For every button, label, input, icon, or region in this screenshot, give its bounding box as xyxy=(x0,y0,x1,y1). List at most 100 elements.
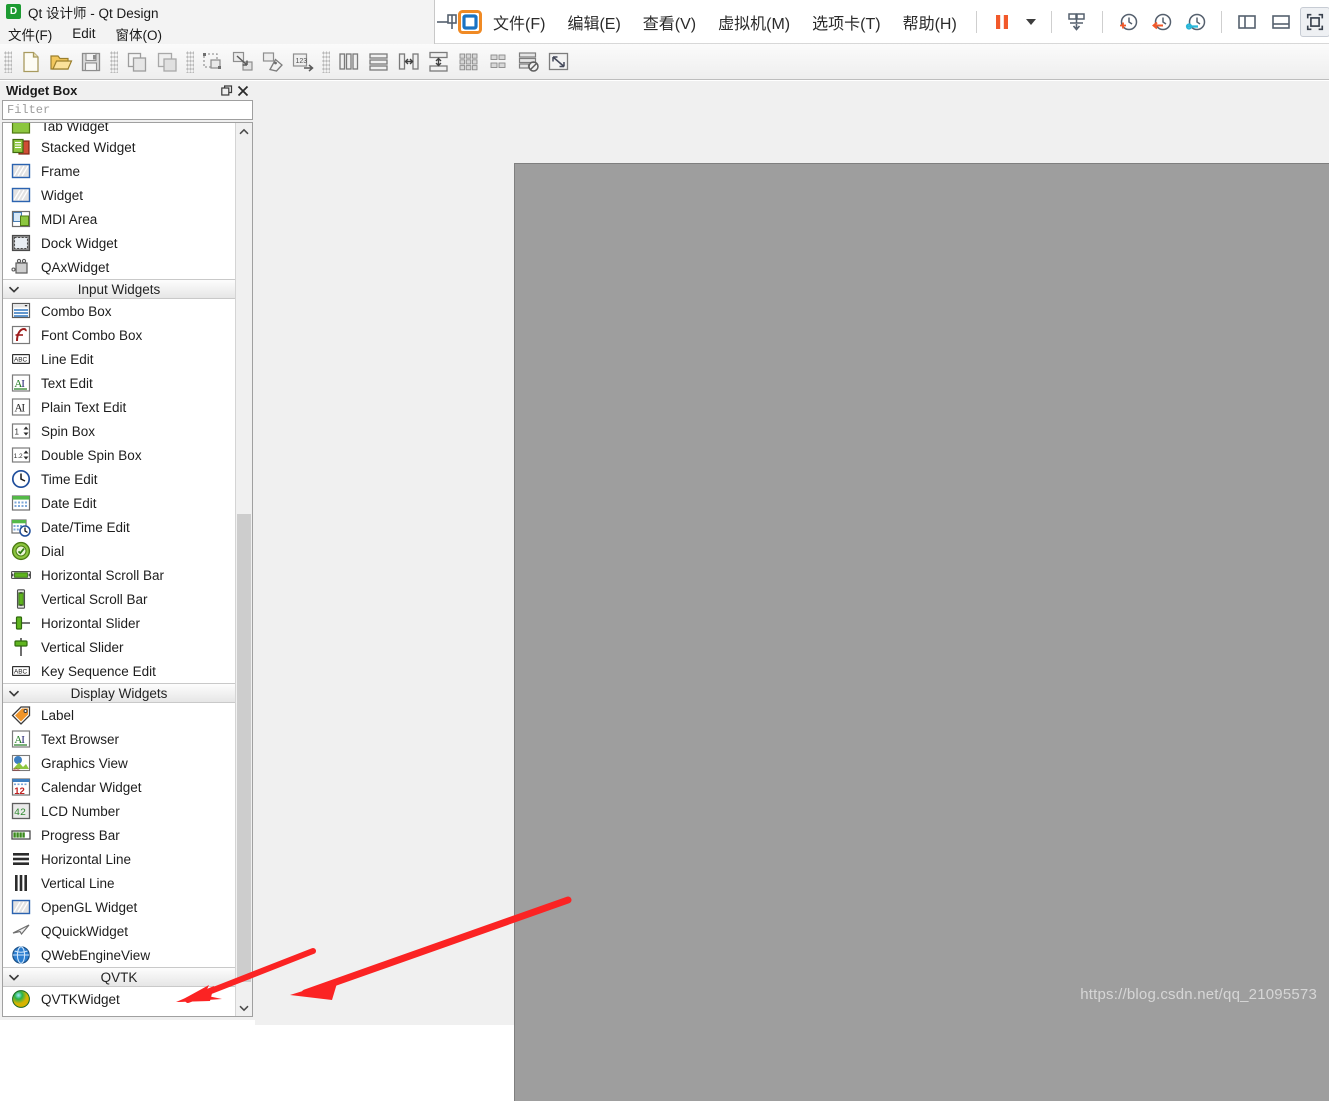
power-options-dropdown[interactable] xyxy=(1026,19,1036,25)
pause-vm-button[interactable] xyxy=(987,7,1017,37)
qt-menu-form[interactable]: 窗体(O) xyxy=(116,24,163,44)
widget-item-vertical-line[interactable]: Vertical Line xyxy=(3,871,235,895)
key-sequence-edit-icon: ABC xyxy=(9,661,33,681)
widget-group-label: Display Widgets xyxy=(25,686,235,701)
widget-item-frame[interactable]: Frame xyxy=(3,159,235,183)
vm-menu-help[interactable]: 帮助(H) xyxy=(892,10,968,34)
new-form-button[interactable] xyxy=(16,47,46,77)
widget-item-label: Horizontal Slider xyxy=(41,616,140,631)
widget-item-opengl-widget[interactable]: OpenGL Widget xyxy=(3,895,235,919)
snapshot-manager-button[interactable] xyxy=(1062,7,1092,37)
widget-item-date-time-edit[interactable]: Date/Time Edit xyxy=(3,515,235,539)
widget-item-time-edit[interactable]: Time Edit xyxy=(3,467,235,491)
revert-snapshot-button[interactable] xyxy=(1147,7,1177,37)
qt-menu-edit[interactable]: Edit xyxy=(72,26,95,41)
widget-item-widget[interactable]: Widget xyxy=(3,183,235,207)
widget-item-spin-box[interactable]: 1Spin Box xyxy=(3,419,235,443)
widget-item-label: Combo Box xyxy=(41,304,112,319)
svg-text:I: I xyxy=(21,734,25,746)
widget-group-qvtk[interactable]: QVTK xyxy=(3,967,235,987)
toolbar-grip[interactable] xyxy=(4,51,12,73)
scrollbar-thumb[interactable] xyxy=(237,514,251,982)
widget-item-label[interactable]: Label xyxy=(3,703,235,727)
widget-item-vertical-slider[interactable]: Vertical Slider xyxy=(3,635,235,659)
widget-group-display-widgets[interactable]: Display Widgets xyxy=(3,683,235,703)
vm-menu-file[interactable]: 文件(F) xyxy=(482,10,556,34)
widget-item-graphics-view[interactable]: abcGraphics View xyxy=(3,751,235,775)
widget-item-dial[interactable]: Dial xyxy=(3,539,235,563)
widget-box-scrollbar[interactable] xyxy=(235,123,252,1016)
toolbar-grip[interactable] xyxy=(186,51,194,73)
widget-item-dock-widget[interactable]: Dock Widget xyxy=(3,231,235,255)
widget-item-plain-text-edit[interactable]: AIPlain Text Edit xyxy=(3,395,235,419)
widget-item-progress-bar[interactable]: Progress Bar xyxy=(3,823,235,847)
manage-snapshots-button[interactable] xyxy=(1181,7,1211,37)
widget-item-double-spin-box[interactable]: 1.2Double Spin Box xyxy=(3,443,235,467)
widget-item-font-combo-box[interactable]: Font Combo Box xyxy=(3,323,235,347)
widget-item-horizontal-scroll-bar[interactable]: Horizontal Scroll Bar xyxy=(3,563,235,587)
vm-menu-view[interactable]: 查看(V) xyxy=(632,10,707,34)
layout-splitter-horizontal-button[interactable] xyxy=(394,47,424,77)
widget-item-key-sequence-edit[interactable]: ABCKey Sequence Edit xyxy=(3,659,235,683)
layout-form-button[interactable] xyxy=(484,47,514,77)
scroll-up-arrow[interactable] xyxy=(236,123,252,140)
widget-item-vertical-scroll-bar[interactable]: Vertical Scroll Bar xyxy=(3,587,235,611)
vm-menu-tabs[interactable]: 选项卡(T) xyxy=(801,10,891,34)
widget-group-input-widgets[interactable]: Input Widgets xyxy=(3,279,235,299)
widget-item-lcd-number[interactable]: 42LCD Number xyxy=(3,799,235,823)
widget-item-stacked-widget[interactable]: Stacked Widget xyxy=(3,135,235,159)
fullscreen-button[interactable] xyxy=(1300,7,1329,37)
toolbar-separator xyxy=(1051,11,1052,33)
widget-item-qquickwidget[interactable]: QQuickWidget xyxy=(3,919,235,943)
edit-signals-slots-button[interactable] xyxy=(228,47,258,77)
scroll-down-arrow[interactable] xyxy=(236,999,252,1016)
paste-button[interactable] xyxy=(152,47,182,77)
take-snapshot-button[interactable] xyxy=(1113,7,1143,37)
chevron-down-icon xyxy=(3,285,25,294)
widget-item-qaxwidget[interactable]: QAxWidget xyxy=(3,255,235,279)
adjust-size-button[interactable] xyxy=(544,47,574,77)
widget-item-line-edit[interactable]: ABCLine Edit xyxy=(3,347,235,371)
widget-item-calendar-widget[interactable]: 12Calendar Widget xyxy=(3,775,235,799)
widget-box-filter-field[interactable]: Filter xyxy=(2,100,253,120)
widget-item-qwebengineview[interactable]: QWebEngineView xyxy=(3,943,235,967)
widget-item-qvtkwidget[interactable]: QVTKWidget xyxy=(3,987,235,1011)
qt-menu-file[interactable]: 文件(F) xyxy=(8,24,52,44)
v-scrollbar-icon xyxy=(9,589,33,609)
form-editor-canvas[interactable] xyxy=(514,163,1329,1101)
edit-tab-order-button[interactable]: 123 xyxy=(288,47,318,77)
layout-grid-button[interactable] xyxy=(454,47,484,77)
widget-item-label: LCD Number xyxy=(41,804,120,819)
widget-item-combo-box[interactable]: Combo Box xyxy=(3,299,235,323)
vm-menu-virtual-machine[interactable]: 虚拟机(M) xyxy=(707,10,801,34)
vm-menu-edit[interactable]: 编辑(E) xyxy=(556,10,631,34)
widget-item-text-edit[interactable]: AIText Edit xyxy=(3,371,235,395)
layout-horizontally-button[interactable] xyxy=(334,47,364,77)
show-bottom-panel-button[interactable] xyxy=(1266,7,1296,37)
widget-item-horizontal-slider[interactable]: Horizontal Slider xyxy=(3,611,235,635)
svg-text:12: 12 xyxy=(14,786,25,797)
toolbar-grip[interactable] xyxy=(110,51,118,73)
pin-icon[interactable] xyxy=(436,12,458,32)
v-line-icon xyxy=(9,873,33,893)
copy-button[interactable] xyxy=(122,47,152,77)
float-icon[interactable] xyxy=(219,83,235,99)
widget-item-text-browser[interactable]: AIText Browser xyxy=(3,727,235,751)
layout-splitter-vertical-button[interactable] xyxy=(424,47,454,77)
layout-vertically-button[interactable] xyxy=(364,47,394,77)
widget-item-tab-widget[interactable]: Tab Widget xyxy=(3,123,235,135)
edit-widgets-button[interactable] xyxy=(198,47,228,77)
widget-item-date-edit[interactable]: Date Edit xyxy=(3,491,235,515)
qt-designer-toolbar: 123 xyxy=(0,44,1329,80)
save-form-button[interactable] xyxy=(76,47,106,77)
open-form-button[interactable] xyxy=(46,47,76,77)
widget-item-horizontal-line[interactable]: Horizontal Line xyxy=(3,847,235,871)
widget-item-mdi-area[interactable]: MDI Area xyxy=(3,207,235,231)
toolbar-grip[interactable] xyxy=(322,51,330,73)
widget-box-list[interactable]: Tab WidgetStacked WidgetFrameWidgetMDI A… xyxy=(3,123,235,1016)
show-left-sidebar-button[interactable] xyxy=(1232,7,1262,37)
chevron-down-icon xyxy=(3,689,25,698)
edit-buddies-button[interactable] xyxy=(258,47,288,77)
close-icon[interactable] xyxy=(235,83,251,99)
break-layout-button[interactable] xyxy=(514,47,544,77)
